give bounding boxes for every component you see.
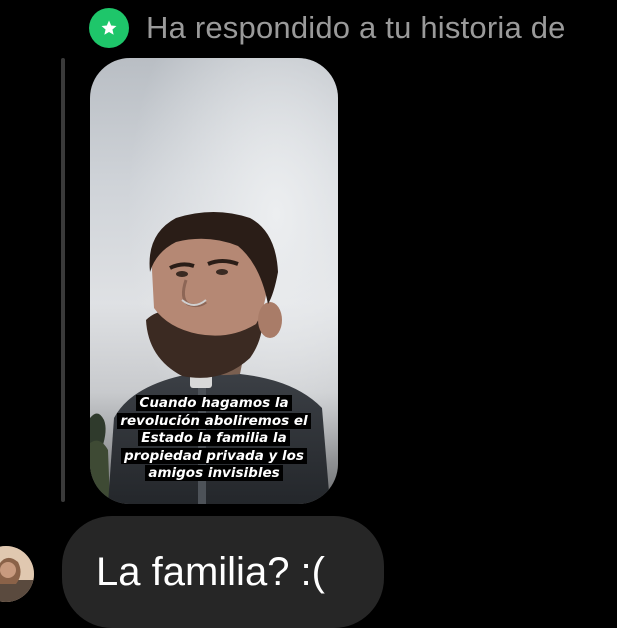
story-caption-line: Cuando hagamos la: [90, 395, 338, 413]
message-bubble[interactable]: La familia? :(: [62, 516, 384, 628]
story-preview[interactable]: Cuando hagamos la revolución aboliremos …: [90, 58, 338, 504]
message-text: La familia? :(: [96, 550, 325, 594]
story-caption-line: propiedad privada y los: [90, 447, 338, 466]
story-caption-line: amigos invisibles: [90, 465, 338, 483]
story-reply-header: Ha respondido a tu historia de: [89, 6, 566, 50]
story-caption-line: Estado la familia la: [90, 430, 338, 448]
story-reply-label: Ha respondido a tu historia de: [146, 10, 566, 45]
story-caption-line: revolución aboliremos el: [90, 412, 338, 431]
avatar[interactable]: [0, 546, 34, 602]
reply-indicator-bar: [61, 58, 65, 502]
story-caption: Cuando hagamos la revolución aboliremos …: [90, 395, 338, 483]
star-icon: [89, 8, 129, 48]
